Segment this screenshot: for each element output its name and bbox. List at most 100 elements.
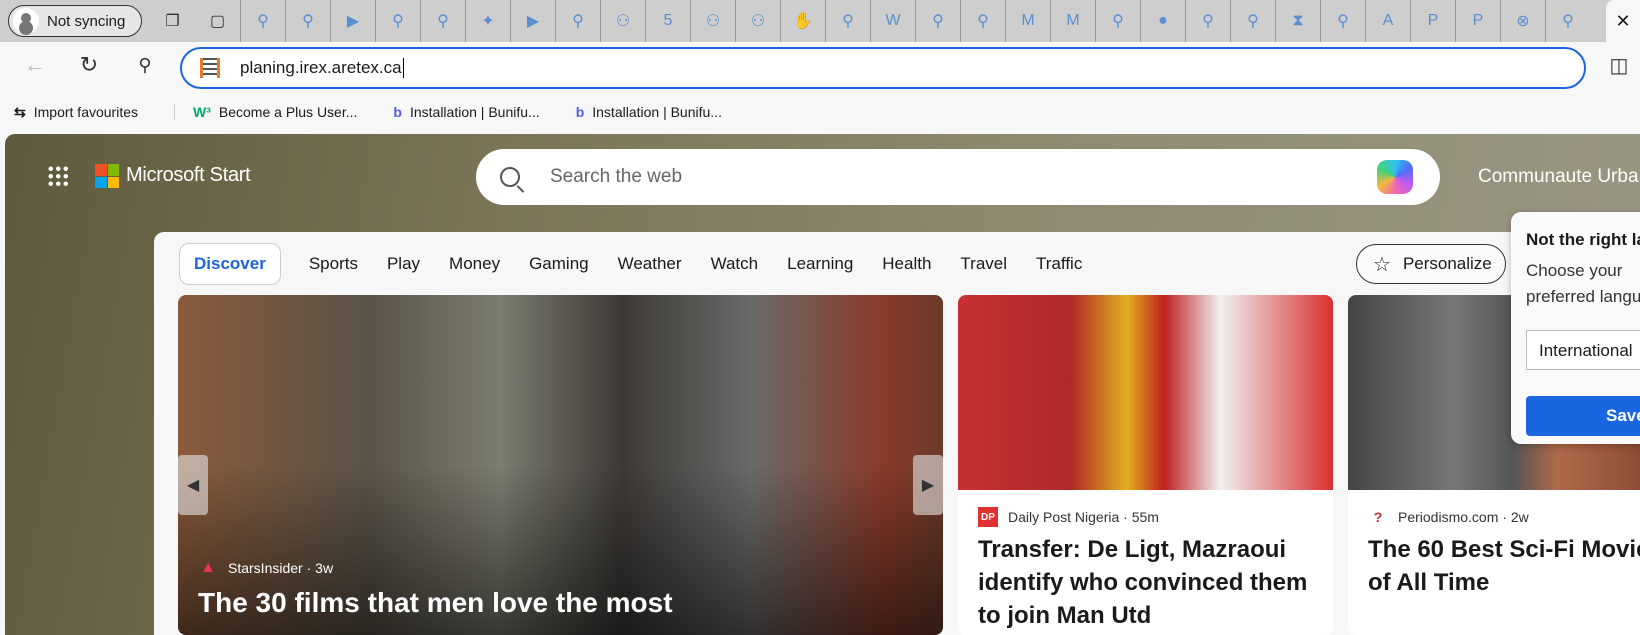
tab-pdf[interactable]: P — [1455, 0, 1500, 42]
brand-title[interactable]: Microsoft Start — [126, 164, 251, 187]
tab-hand[interactable]: ✋ — [780, 0, 825, 42]
profile-label: Not syncing — [47, 12, 126, 30]
feed-nav: Discover Sports Play Money Gaming Weather Watc… — [179, 243, 1111, 285]
tab-bunifu[interactable]: ⚇ — [690, 0, 735, 42]
tab-list: ❐ ▢ ⚲ ⚲ ▶ ⚲ ⚲ ✦ ▶ ⚲ ⚇ 5 ⚇ ⚇ ✋ ⚲ W ⚲ ⚲ M M ⚲ ● ⚲ ⚲ ⧗ ⚲ A P P ⊗ ⚲ — [150, 0, 1590, 42]
popup-description: Choose your preferred language. — [1526, 261, 1640, 306]
article-age: 2w — [1510, 509, 1529, 525]
bookmark-label: Import favourites — [33, 104, 138, 120]
article-card[interactable]: DP Daily Post Nigeria · 55m Transfer: De … — [958, 295, 1333, 635]
article-age: 3w — [315, 560, 334, 576]
tab-search[interactable]: ⚲ — [1095, 0, 1140, 42]
tab-search[interactable]: ⚲ — [915, 0, 960, 42]
nav-health[interactable]: Health — [882, 254, 931, 274]
address-bar[interactable]: planing.irex.aretex.ca — [180, 47, 1586, 89]
tab-hourglass[interactable]: ⧗ — [1275, 0, 1320, 42]
bookmark-import-favourites[interactable]: ⇆ Import favourites — [14, 104, 138, 121]
tab-youtube[interactable]: ▶ — [510, 0, 555, 42]
tab-file-error[interactable]: ⊗ — [1500, 0, 1545, 42]
article-title[interactable]: The 30 films that men love the most — [198, 587, 673, 619]
split-screen-button[interactable]: ◫ — [1604, 50, 1634, 80]
profile-button[interactable]: Not syncing — [8, 5, 142, 37]
avatar-icon — [13, 8, 39, 34]
bookmark-bunifu-1[interactable]: b Installation | Bunifu... — [393, 104, 539, 120]
nav-discover[interactable]: Discover — [179, 243, 281, 285]
carousel-prev-button[interactable]: ◀ — [178, 455, 208, 515]
active-tab-close-button[interactable]: ✕ — [1606, 0, 1640, 42]
language-select[interactable]: International — [1526, 330, 1640, 370]
tab-search[interactable]: ⚲ — [1320, 0, 1365, 42]
close-icon: ✕ — [1615, 10, 1631, 31]
tab-copilot[interactable]: ✦ — [465, 0, 510, 42]
save-button[interactable]: Save — [1526, 396, 1640, 436]
personalize-label: Personalize — [1402, 254, 1492, 273]
nav-play[interactable]: Play — [387, 254, 420, 274]
article-image — [958, 295, 1333, 490]
article-source: ▲ StarsInsider · 3w — [198, 558, 333, 578]
article-title[interactable]: The 60 Best Sci-Fi Movies of All Time — [1368, 533, 1640, 599]
tab-workspaces-icon[interactable]: ❐ — [150, 0, 195, 42]
nav-sports[interactable]: Sports — [309, 254, 358, 274]
tab-bunifu[interactable]: ⚇ — [735, 0, 780, 42]
back-button[interactable]: ← — [20, 50, 50, 80]
bunifu-icon: b — [393, 104, 402, 120]
star-edit-icon: ☆ — [1373, 253, 1391, 276]
carousel-next-button[interactable]: ▶ — [913, 455, 943, 515]
location-weather[interactable]: Communaute Urba — [1478, 166, 1639, 188]
bookmark-label: Installation | Bunifu... — [409, 104, 540, 120]
nav-traffic[interactable]: Traffic — [1036, 254, 1082, 274]
bookmark-bunifu-2[interactable]: b Installation | Bunifu... — [576, 104, 722, 120]
tab-youtube[interactable]: ▶ — [330, 0, 375, 42]
search-icon — [500, 167, 520, 187]
tab-apple[interactable]: ● — [1140, 0, 1185, 42]
article-age: 55m — [1131, 509, 1159, 525]
tab-search[interactable]: ⚲ — [1230, 0, 1275, 42]
tab-font[interactable]: A — [1365, 0, 1410, 42]
popup-title: Not the right language? — [1526, 230, 1640, 249]
nav-watch[interactable]: Watch — [711, 254, 759, 274]
source-name: StarsInsider — [228, 560, 303, 576]
tab-gmail[interactable]: M — [1050, 0, 1095, 42]
tab-pdf[interactable]: P — [1410, 0, 1455, 42]
tab-wix[interactable]: W — [870, 0, 915, 42]
nav-money[interactable]: Money — [449, 254, 500, 274]
copilot-icon[interactable] — [1377, 160, 1413, 194]
article-title[interactable]: Transfer: De Ligt, Mazraoui identify who… — [978, 533, 1318, 632]
hero-article-card[interactable]: ◀ ▶ ▲ StarsInsider · 3w The 30 films that… — [178, 295, 943, 635]
tab-search[interactable]: ⚲ — [825, 0, 870, 42]
microsoft-logo-icon — [95, 164, 119, 188]
tab-search[interactable]: ⚲ — [420, 0, 465, 42]
refresh-button[interactable]: ↻ — [74, 50, 104, 80]
bunifu-icon: b — [575, 104, 585, 120]
nav-learning[interactable]: Learning — [787, 254, 853, 274]
tab-gmail[interactable]: M — [1005, 0, 1050, 42]
web-search-input[interactable]: Search the web — [476, 149, 1440, 205]
tab-5[interactable]: 5 — [645, 0, 690, 42]
nav-weather[interactable]: Weather — [618, 254, 682, 274]
tab-search[interactable]: ⚲ — [555, 0, 600, 42]
nav-gaming[interactable]: Gaming — [529, 254, 589, 274]
bookmark-w3schools[interactable]: W³ Become a Plus User... — [174, 104, 357, 120]
language-popup: Not the right language? Choose your pref… — [1511, 212, 1640, 444]
source-name: Periodismo.com — [1398, 509, 1499, 525]
tab-search[interactable]: ⚲ — [285, 0, 330, 42]
address-text: planing.irex.aretex.ca — [240, 58, 402, 77]
article-source: ? Periodismo.com · 2w — [1368, 507, 1529, 527]
tab-search[interactable]: ⚲ — [1545, 0, 1590, 42]
source-name: Daily Post Nigeria — [1008, 509, 1120, 525]
tab-search[interactable]: ⚲ — [1185, 0, 1230, 42]
nav-travel[interactable]: Travel — [960, 254, 1007, 274]
tab-tab-actions-icon[interactable]: ▢ — [195, 0, 240, 42]
w3schools-icon: W³ — [193, 104, 211, 120]
tab-search[interactable]: ⚲ — [960, 0, 1005, 42]
tab-search[interactable]: ⚲ — [375, 0, 420, 42]
bookmark-label: Become a Plus User... — [218, 104, 358, 120]
tab-bunifu[interactable]: ⚇ — [600, 0, 645, 42]
import-icon: ⇆ — [14, 103, 26, 120]
site-favicon-icon — [200, 58, 220, 78]
bookmarks-bar: ⇆ Import favourites W³ Become a Plus User.… — [0, 96, 744, 128]
personalize-button[interactable]: ☆ Personalize — [1356, 244, 1506, 284]
search-button[interactable]: ⚲ — [130, 50, 160, 80]
app-launcher-icon[interactable] — [47, 165, 69, 187]
tab-search[interactable]: ⚲ — [240, 0, 285, 42]
